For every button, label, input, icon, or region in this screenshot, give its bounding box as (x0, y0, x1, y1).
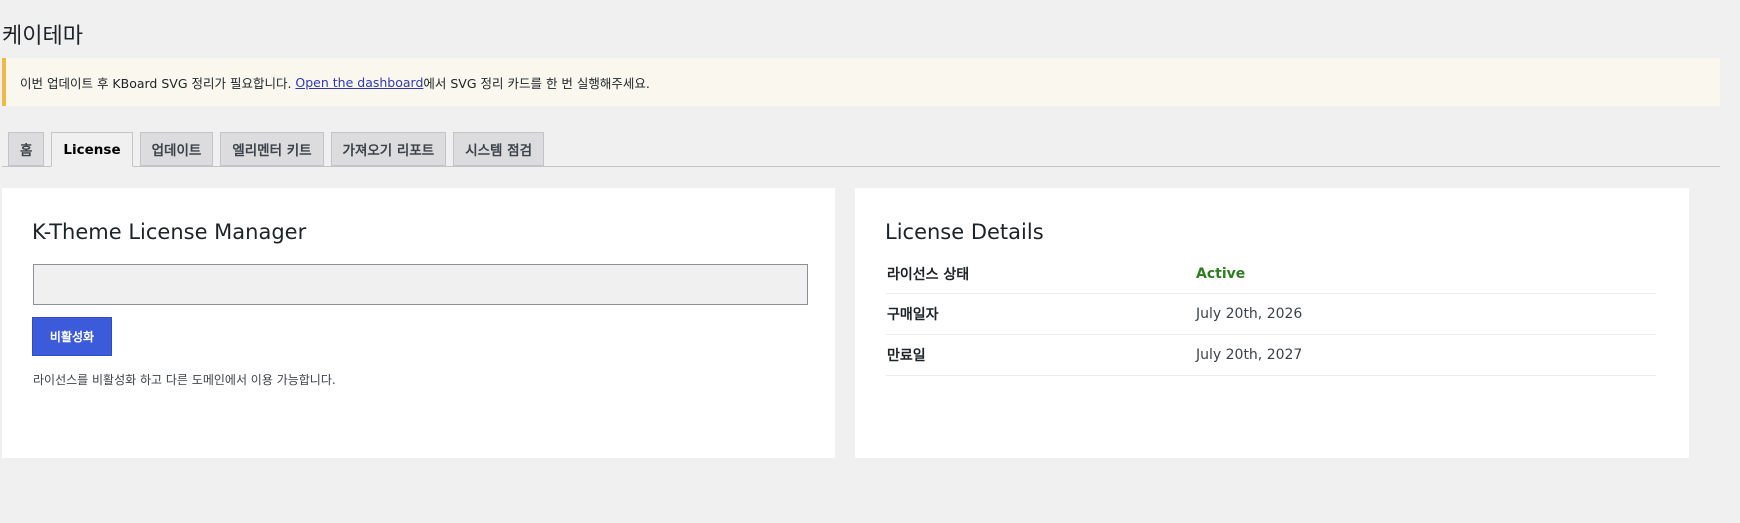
license-status-value: Active (1196, 265, 1246, 282)
license-manager-title: K-Theme License Manager (32, 220, 307, 244)
license-manager-card: K-Theme License Manager 비활성화 라이선스를 비활성화 … (2, 188, 835, 458)
deactivate-help-text: 라이선스를 비활성화 하고 다른 도메인에서 이용 가능합니다. (33, 373, 336, 387)
detail-row-purchase-date: 구매일자 July 20th, 2026 (886, 294, 1656, 335)
purchase-date-value: July 20th, 2026 (1196, 306, 1303, 322)
license-key-input[interactable] (33, 264, 808, 305)
notice-text-before: 이번 업데이트 후 KBoard SVG 정리가 필요합니다. (20, 75, 296, 91)
tab-elementor-kit[interactable]: 엘리멘터 키트 (220, 132, 324, 166)
license-details-title: License Details (885, 220, 1044, 244)
update-notice: 이번 업데이트 후 KBoard SVG 정리가 필요합니다. Open the… (2, 58, 1720, 106)
detail-row-status: 라이선스 상태 Active (886, 254, 1656, 294)
detail-label: 구매일자 (887, 307, 939, 323)
license-details-card: License Details 라이선스 상태 Active 구매일자 July… (855, 188, 1689, 458)
page: 케이테마 이번 업데이트 후 KBoard SVG 정리가 필요합니다. Ope… (0, 0, 1740, 523)
expiry-date-value: July 20th, 2027 (1196, 347, 1303, 363)
detail-label: 라이선스 상태 (887, 266, 970, 283)
tab-update[interactable]: 업데이트 (139, 132, 214, 166)
page-title: 케이테마 (2, 24, 83, 49)
tab-import-report[interactable]: 가져오기 리포트 (330, 132, 447, 166)
deactivate-button[interactable]: 비활성화 (32, 317, 112, 356)
detail-row-expiry-date: 만료일 July 20th, 2027 (886, 335, 1656, 376)
open-dashboard-link[interactable]: Open the dashboard (295, 75, 423, 90)
tab-license[interactable]: License (51, 132, 133, 167)
notice-text-after: 에서 SVG 정리 카드를 한 번 실행해주세요. (423, 75, 650, 91)
nav-tabs: 홈 License 업데이트 엘리멘터 키트 가져오기 리포트 시스템 점검 (8, 132, 544, 167)
detail-label: 만료일 (887, 348, 926, 364)
license-details-table: 라이선스 상태 Active 구매일자 July 20th, 2026 만료일 … (886, 254, 1656, 376)
tab-home[interactable]: 홈 (8, 132, 45, 166)
tab-system-check[interactable]: 시스템 점검 (453, 132, 544, 166)
